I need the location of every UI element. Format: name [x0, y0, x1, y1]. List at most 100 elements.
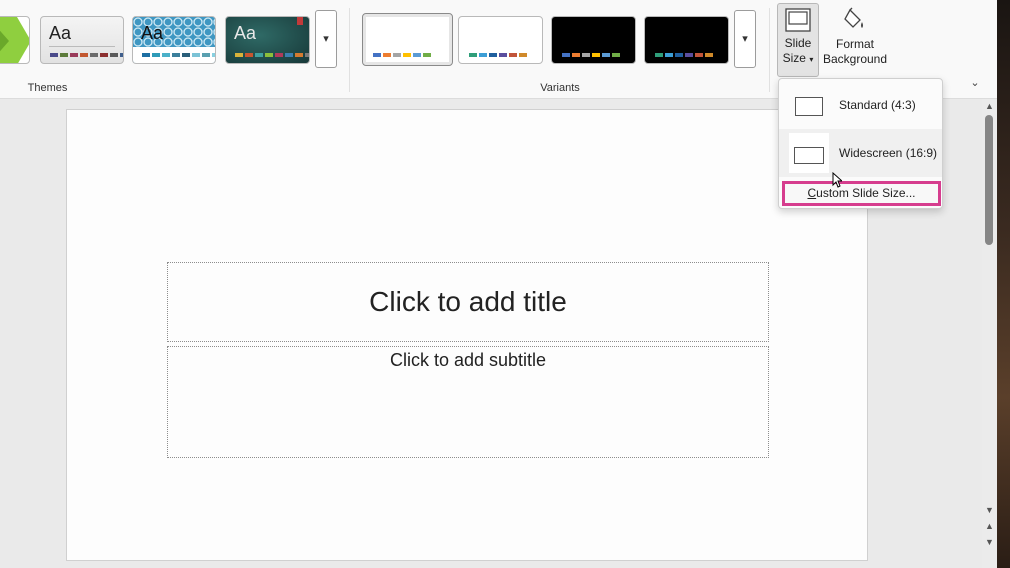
color-swatch: [142, 53, 150, 57]
color-swatch: [90, 53, 98, 57]
color-swatch: [202, 53, 210, 57]
color-swatch: [592, 53, 600, 57]
color-swatch: [120, 53, 123, 57]
format-background-button[interactable]: Format Background: [822, 3, 888, 77]
color-swatch: [192, 53, 200, 57]
slide-size-label-line1: Slide: [784, 36, 812, 50]
slide-size-dropdown-menu: Standard (4:3) Widescreen (16:9) Custom …: [778, 78, 943, 209]
color-swatch: [110, 53, 118, 57]
ribbon-separator: [349, 8, 350, 92]
vertical-scrollbar[interactable]: ▲ ▼ ▲ ▼: [982, 99, 997, 568]
variant-thumbnail-1[interactable]: [362, 13, 453, 66]
color-swatch: [509, 53, 517, 57]
theme-swatches: [50, 53, 123, 57]
theme-aa-text: Aa: [49, 23, 72, 43]
color-swatch: [413, 53, 421, 57]
theme-aa-text: Aa: [234, 23, 257, 43]
facet-theme-graphic: [0, 17, 29, 63]
color-swatch: [655, 53, 663, 57]
color-swatch: [403, 53, 411, 57]
theme-divider: [49, 46, 115, 47]
variant-swatches: [373, 53, 431, 57]
theme-thumbnail-facet[interactable]: [0, 16, 30, 64]
variant-swatches: [655, 53, 713, 57]
standard-4-3-label: Standard (4:3): [839, 98, 916, 112]
custom-slide-size-label: ustom Slide Size...: [816, 186, 916, 200]
themes-gallery-more-button[interactable]: ▾: [315, 10, 337, 68]
theme-swatches: [235, 53, 309, 57]
subtitle-placeholder-text: Click to add subtitle: [389, 350, 547, 370]
color-swatch: [562, 53, 570, 57]
color-swatch: [582, 53, 590, 57]
color-swatch: [295, 53, 303, 57]
color-swatch: [499, 53, 507, 57]
color-swatch: [255, 53, 263, 57]
color-swatch: [50, 53, 58, 57]
theme-thumbnail-office-light[interactable]: Aa: [40, 16, 124, 64]
slide-canvas[interactable]: Click to add title Click to add subtitle: [66, 109, 868, 561]
standard-4-3-option[interactable]: Standard (4:3): [779, 81, 942, 129]
variants-gallery-more-button[interactable]: ▾: [734, 10, 756, 68]
color-swatch: [479, 53, 487, 57]
standard-preview-icon: [789, 85, 829, 125]
theme-aa-text: Aa: [141, 23, 164, 43]
chevron-down-icon: ▾: [323, 33, 329, 45]
variant-thumbnail-3[interactable]: [551, 16, 636, 64]
custom-slide-size-option[interactable]: Custom Slide Size...: [782, 181, 941, 206]
slide-size-label-line2: Size ▾: [778, 51, 818, 67]
collapse-ribbon-chevron-icon[interactable]: ⌄: [968, 76, 982, 90]
variant-swatches: [469, 53, 527, 57]
themes-group-label: Themes: [27, 82, 68, 94]
previous-slide-icon[interactable]: ▲: [982, 521, 997, 531]
color-swatch: [602, 53, 610, 57]
color-swatch: [695, 53, 703, 57]
color-swatch: [162, 53, 170, 57]
chevron-down-icon: ▾: [742, 33, 748, 45]
next-slide-icon[interactable]: ▼: [982, 537, 997, 547]
scroll-down-arrow-icon[interactable]: ▼: [982, 505, 997, 515]
format-background-label-line1: Format: [835, 37, 874, 51]
variant-swatches: [562, 53, 620, 57]
widescreen-preview-icon: [789, 133, 829, 173]
scroll-up-arrow-icon[interactable]: ▲: [982, 101, 997, 111]
color-swatch: [393, 53, 401, 57]
color-swatch: [285, 53, 293, 57]
scrollbar-thumb[interactable]: [985, 115, 993, 245]
color-swatch: [235, 53, 243, 57]
color-swatch: [80, 53, 88, 57]
chevron-down-icon: ▾: [809, 55, 814, 64]
color-swatch: [152, 53, 160, 57]
variant-thumbnail-4[interactable]: [644, 16, 729, 64]
color-swatch: [70, 53, 78, 57]
color-swatch: [469, 53, 477, 57]
color-swatch: [60, 53, 68, 57]
color-swatch: [572, 53, 580, 57]
variant-thumbnail-2[interactable]: [458, 16, 543, 64]
color-swatch: [519, 53, 527, 57]
slide-size-label-text: Size: [782, 51, 806, 65]
color-swatch: [489, 53, 497, 57]
title-placeholder-text: Click to add title: [369, 286, 567, 317]
theme-thumbnail-dark-teal[interactable]: Aa: [225, 16, 310, 64]
color-swatch: [612, 53, 620, 57]
color-swatch: [265, 53, 273, 57]
theme-thumbnail-patterned[interactable]: Aa: [132, 16, 216, 64]
color-swatch: [275, 53, 283, 57]
color-swatch: [685, 53, 693, 57]
color-swatch: [182, 53, 190, 57]
color-swatch: [212, 53, 215, 57]
ribbon-separator: [769, 8, 770, 92]
theme-swatches: [142, 53, 215, 57]
widescreen-16-9-option[interactable]: Widescreen (16:9): [779, 129, 942, 177]
color-swatch: [665, 53, 673, 57]
desktop-background-strip: [997, 0, 1010, 568]
widescreen-16-9-label: Widescreen (16:9): [839, 146, 938, 160]
subtitle-placeholder[interactable]: Click to add subtitle: [167, 346, 769, 458]
color-swatch: [675, 53, 683, 57]
format-background-label-line2: Background: [822, 52, 888, 66]
mouse-pointer-icon: [832, 172, 842, 188]
custom-slide-size-accel: C: [807, 186, 817, 200]
slide-size-button[interactable]: Slide Size ▾: [777, 3, 819, 77]
title-placeholder[interactable]: Click to add title: [167, 262, 769, 342]
color-swatch: [172, 53, 180, 57]
